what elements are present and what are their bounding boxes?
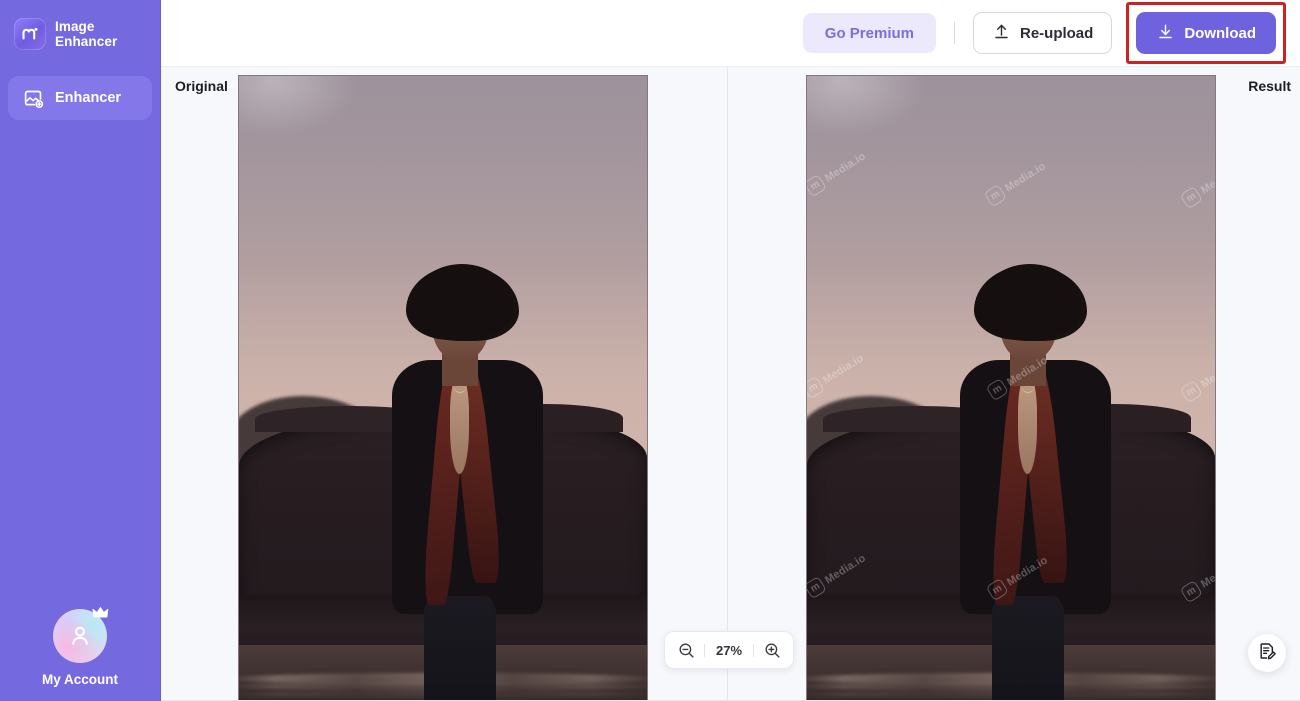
brand-title-line1: Image bbox=[55, 19, 95, 34]
photo-subject bbox=[946, 263, 1126, 700]
avatar bbox=[53, 606, 109, 663]
result-image[interactable]: m Media.io m Media.io m Media.io m Media… bbox=[806, 75, 1216, 700]
sidebar: Image Enhancer Enhancer My Account bbox=[0, 0, 161, 701]
brand-title-line2: Enhancer bbox=[55, 34, 118, 49]
download-icon bbox=[1156, 22, 1175, 45]
media-io-logo-icon bbox=[14, 18, 46, 50]
zoom-value[interactable]: 27% bbox=[712, 643, 746, 658]
re-upload-button[interactable]: Re-upload bbox=[972, 12, 1113, 54]
photo-subject bbox=[378, 263, 558, 700]
my-account-label: My Account bbox=[41, 672, 118, 687]
download-button[interactable]: Download bbox=[1136, 12, 1276, 54]
zoom-divider-left bbox=[704, 643, 705, 657]
zoom-divider-right bbox=[753, 643, 754, 657]
zoom-out-icon[interactable] bbox=[675, 639, 697, 661]
upload-icon bbox=[992, 22, 1011, 45]
comparison-canvas: Original Result m Media.io m Media.io m … bbox=[161, 66, 1300, 701]
download-highlight-annotation: Download bbox=[1126, 2, 1286, 64]
image-add-icon bbox=[22, 87, 44, 109]
app-root: Image Enhancer Enhancer My Account Go Pr… bbox=[0, 0, 1300, 701]
zoom-in-icon[interactable] bbox=[761, 639, 783, 661]
pane-divider bbox=[727, 67, 728, 700]
zoom-control: 27% bbox=[664, 631, 794, 669]
download-label: Download bbox=[1184, 24, 1256, 42]
sidebar-item-enhancer[interactable]: Enhancer bbox=[8, 76, 152, 120]
original-image[interactable] bbox=[238, 75, 648, 700]
my-account-button[interactable]: My Account bbox=[0, 606, 160, 687]
feedback-edit-icon bbox=[1257, 641, 1277, 666]
main-area: Go Premium Re-upload Download Original R… bbox=[161, 0, 1300, 701]
feedback-button[interactable] bbox=[1248, 634, 1286, 672]
sidebar-nav: Enhancer bbox=[0, 76, 160, 120]
toolbar-divider bbox=[953, 22, 955, 44]
brand-title: Image Enhancer bbox=[55, 19, 117, 49]
toolbar: Go Premium Re-upload Download bbox=[161, 0, 1300, 66]
brand: Image Enhancer bbox=[0, 18, 160, 50]
crown-icon bbox=[92, 606, 109, 626]
sidebar-item-label: Enhancer bbox=[55, 90, 122, 106]
re-upload-label: Re-upload bbox=[1019, 24, 1094, 42]
result-pane-label: Result bbox=[1244, 77, 1295, 95]
original-pane-label: Original bbox=[171, 77, 232, 95]
go-premium-button[interactable]: Go Premium bbox=[802, 13, 936, 53]
